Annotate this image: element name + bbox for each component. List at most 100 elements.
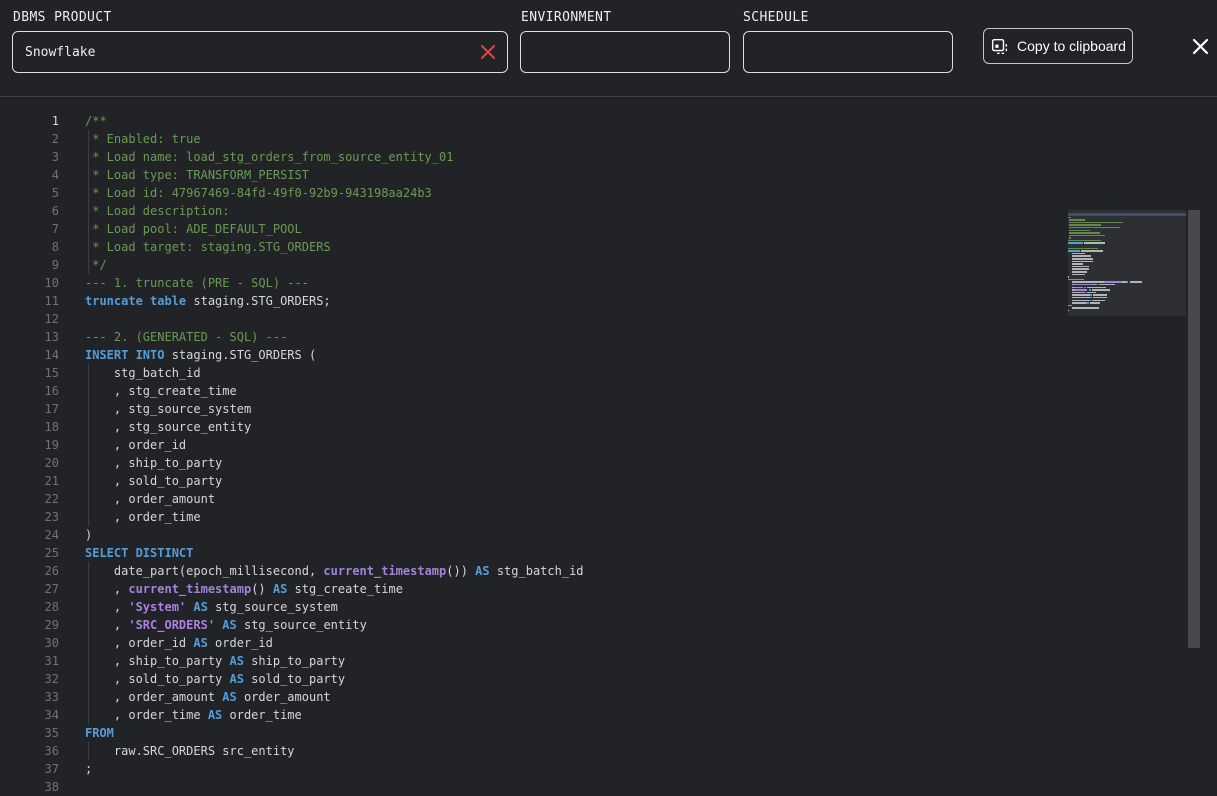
indent-guide	[88, 382, 89, 400]
clear-icon[interactable]	[479, 43, 497, 61]
code-line[interactable]: 6 * Load description:	[0, 202, 1217, 220]
code-line[interactable]: 24)	[0, 526, 1217, 544]
code-text: , ship_to_party AS ship_to_party	[85, 652, 345, 670]
indent-guide	[88, 364, 89, 382]
dbms-product-input[interactable]	[13, 32, 507, 72]
code-line[interactable]: 3 * Load name: load_stg_orders_from_sour…	[0, 148, 1217, 166]
code-text: * Load id: 47967469-84fd-49f0-92b9-94319…	[85, 184, 432, 202]
code-line[interactable]: 12	[0, 310, 1217, 328]
line-number: 1	[0, 112, 59, 130]
code-line[interactable]: 27 , current_timestamp() AS stg_create_t…	[0, 580, 1217, 598]
line-number: 11	[0, 292, 59, 310]
line-number: 29	[0, 616, 59, 634]
code-line[interactable]: 8 * Load target: staging.STG_ORDERS	[0, 238, 1217, 256]
code-line[interactable]: 7 * Load pool: ADE_DEFAULT_POOL	[0, 220, 1217, 238]
code-text: * Load description:	[85, 202, 230, 220]
line-number: 35	[0, 724, 59, 742]
code-line[interactable]: 15 stg_batch_id	[0, 364, 1217, 382]
line-number: 24	[0, 526, 59, 544]
code-text: , current_timestamp() AS stg_create_time	[85, 580, 403, 598]
code-line[interactable]: 16 , stg_create_time	[0, 382, 1217, 400]
code-text: * Enabled: true	[85, 130, 201, 148]
code-line[interactable]: 14INSERT INTO staging.STG_ORDERS (	[0, 346, 1217, 364]
code-text: , sold_to_party AS sold_to_party	[85, 670, 345, 688]
indent-guide	[88, 184, 89, 202]
line-number: 5	[0, 184, 59, 202]
code-line[interactable]: 5 * Load id: 47967469-84fd-49f0-92b9-943…	[0, 184, 1217, 202]
indent-guide	[88, 634, 89, 652]
code-line[interactable]: 31 , ship_to_party AS ship_to_party	[0, 652, 1217, 670]
code-text: SELECT DISTINCT	[85, 544, 193, 562]
code-text: , stg_source_entity	[85, 418, 251, 436]
code-text: * Load name: load_stg_orders_from_source…	[85, 148, 453, 166]
schedule-label: SCHEDULE	[743, 10, 809, 25]
line-number: 27	[0, 580, 59, 598]
code-editor[interactable]: 1/**2 * Enabled: true3 * Load name: load…	[0, 98, 1217, 796]
code-line[interactable]: 22 , order_amount	[0, 490, 1217, 508]
code-line[interactable]: 26 date_part(epoch_millisecond, current_…	[0, 562, 1217, 580]
environment-input[interactable]	[521, 32, 729, 72]
code-line[interactable]: 38	[0, 778, 1217, 796]
line-number: 2	[0, 130, 59, 148]
code-line[interactable]: 1 /**	[0, 112, 1217, 130]
environment-field[interactable]	[520, 31, 730, 73]
schedule-field[interactable]	[743, 31, 953, 73]
code-line[interactable]: 2 * Enabled: true	[0, 130, 1217, 148]
line-number: 23	[0, 508, 59, 526]
line-number: 3	[0, 148, 59, 166]
code-line[interactable]: 18 , stg_source_entity	[0, 418, 1217, 436]
code-line[interactable]: 9 */	[0, 256, 1217, 274]
code-line[interactable]: 28 , 'System' AS stg_source_system	[0, 598, 1217, 616]
indent-guide	[88, 238, 89, 256]
vertical-scrollbar[interactable]	[1188, 196, 1200, 796]
code-line[interactable]: 35 FROM	[0, 724, 1217, 742]
code-line[interactable]: 20 , ship_to_party	[0, 454, 1217, 472]
code-text: /**	[85, 112, 107, 130]
code-line[interactable]: 25SELECT DISTINCT	[0, 544, 1217, 562]
code-line[interactable]: 34 , order_time AS order_time	[0, 706, 1217, 724]
code-line[interactable]: 19 , order_id	[0, 436, 1217, 454]
dbms-product-field[interactable]	[12, 31, 508, 73]
close-icon[interactable]	[1191, 37, 1210, 56]
code-text: --- 1. truncate (PRE - SQL) ---	[85, 274, 309, 292]
code-line[interactable]: 36 raw.SRC_ORDERS src_entity	[0, 742, 1217, 760]
line-number: 36	[0, 742, 59, 760]
code-line[interactable]: 17 , stg_source_system	[0, 400, 1217, 418]
code-line[interactable]: 11truncate table staging.STG_ORDERS;	[0, 292, 1217, 310]
code-line[interactable]: 30 , order_id AS order_id	[0, 634, 1217, 652]
code-text: --- 2. (GENERATED - SQL) ---	[85, 328, 287, 346]
line-number: 20	[0, 454, 59, 472]
code-line[interactable]: 21 , sold_to_party	[0, 472, 1217, 490]
indent-guide	[88, 148, 89, 166]
code-line[interactable]: 13--- 2. (GENERATED - SQL) ---	[0, 328, 1217, 346]
code-line[interactable]: 29 , 'SRC_ORDERS' AS stg_source_entity	[0, 616, 1217, 634]
code-text: * Load pool: ADE_DEFAULT_POOL	[85, 220, 302, 238]
line-number: 33	[0, 688, 59, 706]
code-line[interactable]: 32 , sold_to_party AS sold_to_party	[0, 670, 1217, 688]
indent-guide	[88, 220, 89, 238]
code-line[interactable]: 37;	[0, 760, 1217, 778]
line-number: 32	[0, 670, 59, 688]
code-line[interactable]: 23 , order_time	[0, 508, 1217, 526]
line-number: 7	[0, 220, 59, 238]
code-text: , order_time AS order_time	[85, 706, 302, 724]
app-root: DBMS PRODUCT ENVIRONMENT SCHEDULE Copy	[0, 0, 1217, 796]
code-text: date_part(epoch_millisecond, current_tim…	[85, 562, 584, 580]
code-line[interactable]: 10--- 1. truncate (PRE - SQL) ---	[0, 274, 1217, 292]
line-number: 22	[0, 490, 59, 508]
code-text: * Load target: staging.STG_ORDERS	[85, 238, 331, 256]
indent-guide	[88, 418, 89, 436]
line-number: 26	[0, 562, 59, 580]
indent-guide	[88, 508, 89, 526]
code-text: , 'System' AS stg_source_system	[85, 598, 338, 616]
code-line[interactable]: 4 * Load type: TRANSFORM_PERSIST	[0, 166, 1217, 184]
code-lines[interactable]: 1/**2 * Enabled: true3 * Load name: load…	[0, 112, 1217, 796]
line-number: 30	[0, 634, 59, 652]
code-text: FROM	[85, 724, 114, 742]
schedule-input[interactable]	[744, 32, 952, 72]
scrollbar-thumb[interactable]	[1188, 210, 1200, 648]
copy-to-clipboard-button[interactable]: Copy to clipboard	[983, 28, 1133, 64]
code-line[interactable]: 33 , order_amount AS order_amount	[0, 688, 1217, 706]
minimap[interactable]	[1068, 213, 1186, 315]
line-number: 12	[0, 310, 59, 328]
